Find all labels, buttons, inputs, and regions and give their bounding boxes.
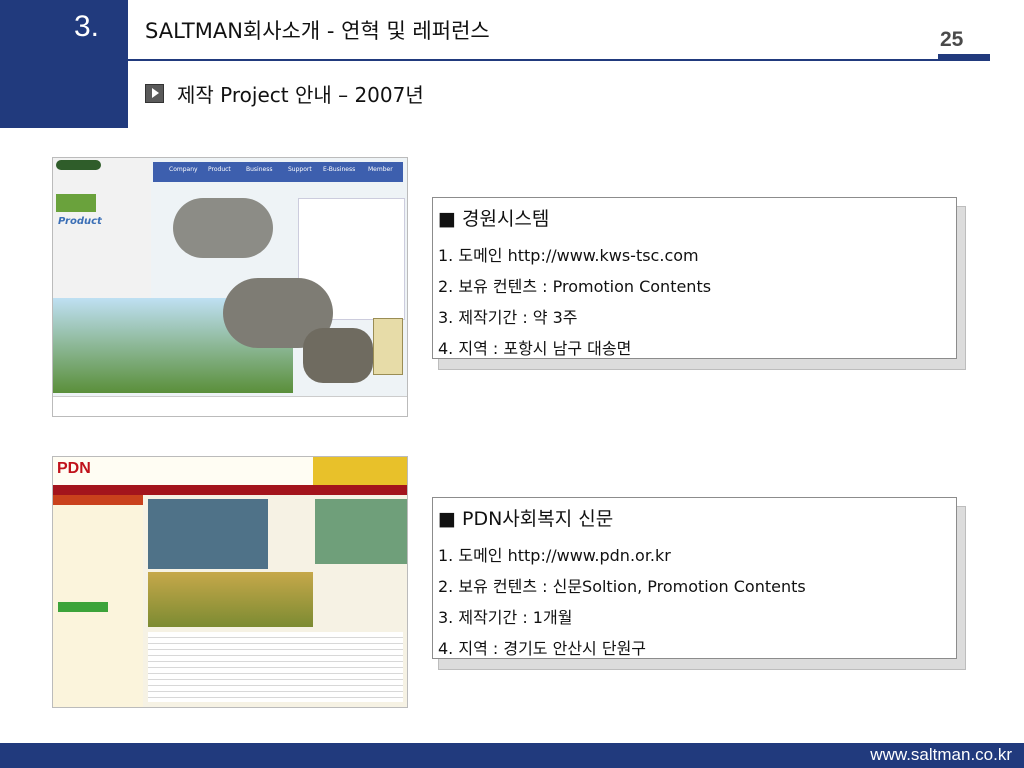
title-divider [128, 59, 990, 61]
pdn-naver-badge [58, 602, 108, 612]
pdn-nav-bar [53, 485, 407, 495]
kws-left-panel [53, 158, 151, 298]
pdn-side-photo [315, 499, 407, 564]
kws-website-screenshot: Product Company Product Business Support… [52, 157, 408, 417]
kws-logo [56, 160, 101, 170]
kws-nav-item: E-Business [323, 166, 356, 173]
project-region: 4. 지역 : 포항시 남구 대송면 [438, 339, 632, 358]
project-card-kws: ■ 경원시스템 1. 도메인 http://www.kws-tsc.com 2.… [432, 197, 957, 359]
section-number-box: 3. [0, 0, 128, 128]
kws-nav-item: Member [368, 166, 393, 173]
project-card-pdn: ■ PDN사회복지 신문 1. 도메인 http://www.pdn.or.kr… [432, 497, 957, 659]
project-duration: 3. 제작기간 : 약 3주 [438, 308, 578, 327]
kws-nav-item: Business [246, 166, 273, 173]
project-domain: 1. 도메인 http://www.pdn.or.kr [438, 546, 671, 565]
page-title: SALTMAN회사소개 - 연혁 및 레퍼런스 [145, 19, 490, 43]
project-contents: 2. 보유 컨텐츠 : 신문Soltion, Promotion Content… [438, 577, 806, 596]
play-bullet-icon [145, 84, 164, 103]
page-number: 25 [940, 28, 964, 51]
kws-product-label: Product [58, 216, 102, 227]
kws-controller-image [373, 318, 403, 375]
kws-nav-item: Product [208, 166, 231, 173]
project-duration: 3. 제작기간 : 1개월 [438, 608, 573, 627]
project-heading: ■ 경원시스템 [438, 208, 550, 230]
project-heading: ■ PDN사회복지 신문 [438, 508, 614, 530]
pdn-banner [313, 457, 407, 485]
subtitle: 제작 Project 안내 – 2007년 [177, 83, 424, 107]
footer-url: www.saltman.co.kr [870, 745, 1012, 764]
project-contents: 2. 보유 컨텐츠 : Promotion Contents [438, 277, 712, 296]
kws-nav-item: Support [288, 166, 312, 173]
pdn-field-banner [148, 572, 313, 627]
pdn-left-tab [53, 495, 143, 505]
pdn-logo: PDN [57, 460, 91, 477]
kws-motor-image [303, 328, 373, 383]
pdn-news-photo [148, 499, 268, 569]
kws-nav-item: Company [169, 166, 198, 173]
pdn-website-screenshot: PDN [52, 456, 408, 708]
project-region: 4. 지역 : 경기도 안산시 단원구 [438, 639, 647, 658]
project-domain: 1. 도메인 http://www.kws-tsc.com [438, 246, 699, 265]
section-number: 3. [74, 10, 100, 43]
footer-bar: www.saltman.co.kr [0, 743, 1024, 768]
kws-motor-image [173, 198, 273, 258]
kws-footer [53, 396, 407, 416]
pdn-left-panel [53, 495, 143, 707]
kws-nav-bar: Company Product Business Support E-Busin… [153, 162, 403, 182]
kws-brand-block [56, 194, 96, 212]
pdn-article-list [148, 632, 403, 702]
